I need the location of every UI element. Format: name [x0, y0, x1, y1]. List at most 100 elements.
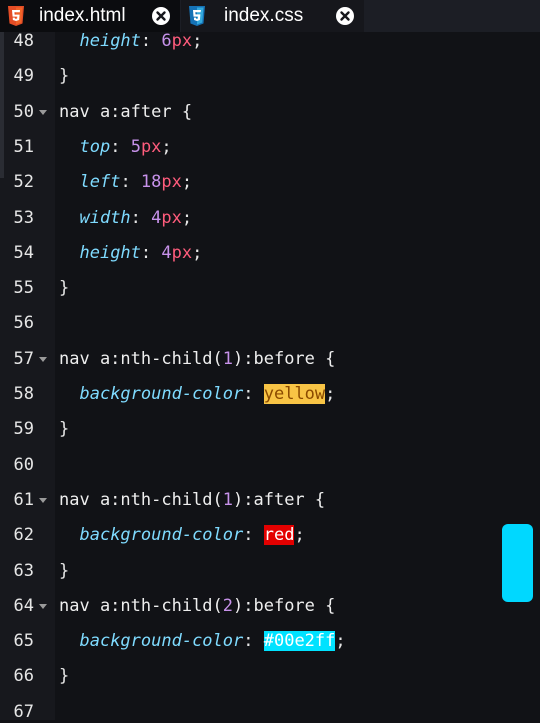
line-number: 59: [13, 419, 34, 440]
line-number: 54: [13, 242, 34, 263]
line-number: 62: [13, 525, 34, 546]
code-token: ;: [325, 384, 336, 404]
fold-arrow-icon[interactable]: [39, 356, 47, 362]
code-token: ;: [335, 631, 346, 652]
code-token: 4: [151, 207, 162, 228]
line-number: 49: [13, 66, 34, 87]
line-number: 67: [13, 701, 34, 722]
code-line[interactable]: left: 18px;: [59, 171, 192, 193]
code-line[interactable]: height: 4px;: [59, 242, 202, 264]
html5-icon: [5, 5, 27, 27]
code-token: ;: [192, 242, 203, 263]
fold-arrow-icon[interactable]: [39, 603, 47, 609]
code-token: :: [243, 525, 264, 546]
fold-arrow-icon[interactable]: [39, 109, 47, 115]
line-number: 56: [13, 313, 34, 334]
code-token: background-color: [79, 631, 244, 652]
line-number: 61: [13, 489, 34, 510]
code-token: ):after {: [233, 489, 326, 510]
code-token: 4: [161, 242, 172, 263]
code-line[interactable]: nav a:nth-child(2):before {: [59, 595, 335, 617]
code-token: top: [79, 136, 111, 157]
code-token: }: [59, 66, 70, 87]
line-number: 58: [13, 384, 34, 404]
line-number: 55: [13, 278, 34, 299]
code-line[interactable]: }: [59, 277, 69, 299]
code-token: height: [79, 242, 141, 263]
code-line[interactable]: top: 5px;: [59, 136, 172, 158]
code-token: red: [263, 525, 295, 546]
line-number: 63: [13, 560, 34, 581]
code-token: px: [161, 172, 182, 193]
code-token: :: [130, 207, 152, 228]
line-number: 52: [13, 172, 34, 193]
code-line[interactable]: }: [59, 418, 69, 440]
code-line[interactable]: }: [59, 560, 69, 582]
line-number: 60: [13, 454, 34, 475]
code-token: px: [140, 136, 162, 157]
close-icon[interactable]: [150, 5, 172, 27]
code-token: height: [79, 31, 141, 51]
code-token: }: [59, 419, 70, 440]
code-token: nav a:nth-child(: [59, 595, 223, 616]
code-token: :: [140, 242, 162, 263]
code-token: :: [243, 384, 264, 404]
close-icon[interactable]: [334, 5, 356, 27]
code-token: #00e2ff: [263, 631, 336, 652]
code-token: ;: [294, 525, 305, 546]
code-line[interactable]: background-color: red;: [59, 524, 305, 546]
code-line[interactable]: nav a:nth-child(1):before {: [59, 348, 335, 370]
code-token: 1: [222, 489, 234, 510]
code-token: yellow: [263, 384, 326, 404]
code-token: width: [79, 207, 131, 228]
code-token: }: [59, 278, 70, 299]
code-token: px: [171, 31, 193, 51]
line-number-gutter: 48 49 50 51 52 53 54 55 56 57 58 59 60 61 62 63 64 65 66 67: [0, 31, 55, 722]
line-number: 53: [13, 207, 34, 228]
code-line[interactable]: background-color: #00e2ff;: [59, 630, 346, 652]
line-number: 66: [13, 666, 34, 687]
tab-bar: index.html index.css: [0, 0, 540, 32]
code-token: 2: [222, 595, 234, 616]
code-token: 6: [161, 31, 172, 51]
code-token: nav a:after {: [59, 101, 193, 122]
code-line[interactable]: background-color: yellow;: [59, 383, 335, 405]
tab-index-css[interactable]: index.css: [181, 0, 364, 32]
code-token: 5: [130, 136, 141, 157]
code-token: }: [59, 560, 70, 581]
code-token: ;: [181, 172, 193, 193]
line-number: 65: [13, 631, 34, 652]
code-token: nav a:nth-child(: [59, 489, 223, 510]
code-token: ;: [161, 136, 172, 157]
code-line[interactable]: }: [59, 65, 69, 87]
line-number: 51: [13, 136, 34, 157]
code-line[interactable]: height: 6px;: [59, 30, 202, 52]
line-number: 57: [13, 348, 34, 369]
code-token: ):before {: [233, 595, 336, 616]
code-line[interactable]: nav a:nth-child(1):after {: [59, 489, 325, 511]
tab-index-html[interactable]: index.html: [0, 0, 180, 32]
tab-label: index.html: [39, 5, 126, 26]
code-token: nav a:nth-child(: [59, 348, 223, 369]
scrollbar-thumb[interactable]: [502, 524, 533, 602]
code-token: :: [120, 172, 141, 193]
code-token: :: [110, 136, 131, 157]
code-token: left: [79, 172, 121, 193]
code-line[interactable]: }: [59, 665, 69, 687]
code-editor[interactable]: 48 49 50 51 52 53 54 55 56 57 58 59 60 61 62 63 64 65 66 67…: [0, 30, 540, 722]
code-line[interactable]: width: 4px;: [59, 207, 192, 229]
line-number: 50: [13, 101, 34, 122]
code-token: :: [243, 631, 264, 652]
code-token: ):before {: [233, 348, 336, 369]
fold-arrow-icon[interactable]: [39, 497, 47, 503]
code-line[interactable]: nav a:after {: [59, 101, 192, 123]
line-number: 48: [13, 31, 34, 51]
code-token: px: [171, 242, 193, 263]
